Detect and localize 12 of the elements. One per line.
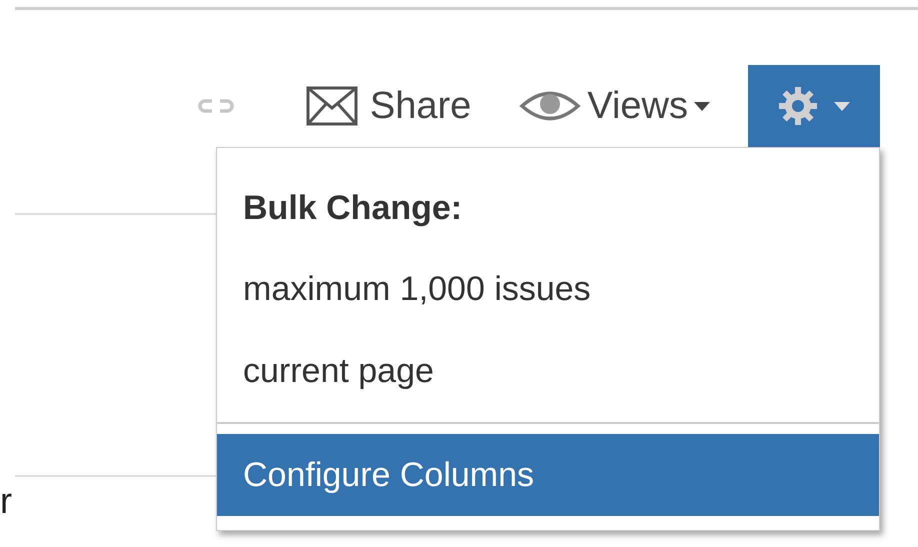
- views-button[interactable]: Views: [519, 78, 710, 134]
- share-button[interactable]: Share: [306, 78, 472, 134]
- menu-item[interactable]: maximum 1,000 issues: [217, 248, 879, 330]
- menu-heading: Bulk Change:: [242, 188, 464, 229]
- caret-icon: [834, 102, 850, 110]
- gear-icon: [778, 86, 818, 126]
- settings-button[interactable]: [748, 65, 880, 147]
- menu-item[interactable]: Configure Columns: [217, 434, 879, 516]
- menu-item[interactable]: current page: [217, 330, 879, 412]
- page-text: r: [0, 483, 12, 519]
- envelope-icon: [306, 86, 358, 126]
- caret-icon: [694, 102, 710, 110]
